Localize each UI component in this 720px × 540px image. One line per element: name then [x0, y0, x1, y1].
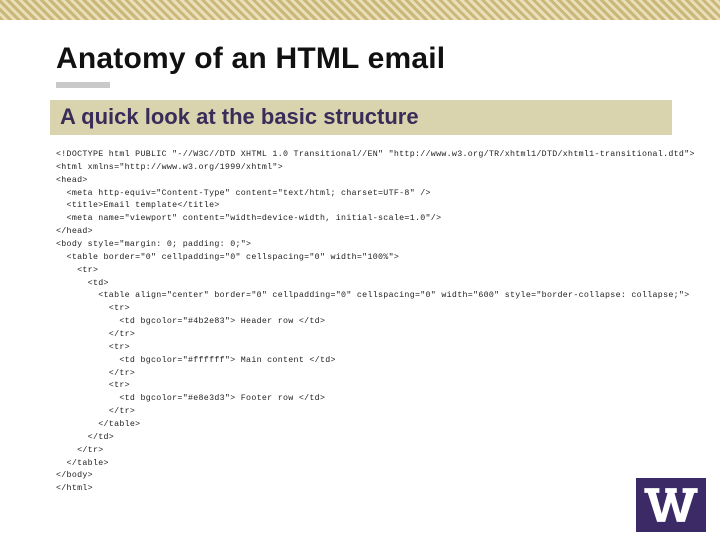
slide-subtitle: A quick look at the basic structure	[60, 104, 419, 129]
title-underline	[56, 82, 110, 88]
slide-content: Anatomy of an HTML email A quick look at…	[56, 42, 690, 496]
decorative-hatch	[0, 0, 720, 20]
slide-title: Anatomy of an HTML email	[56, 42, 690, 76]
uw-logo	[636, 478, 706, 532]
code-listing: <!DOCTYPE html PUBLIC "-//W3C//DTD XHTML…	[56, 149, 690, 496]
w-icon	[642, 484, 700, 526]
subtitle-bar: A quick look at the basic structure	[50, 100, 672, 135]
